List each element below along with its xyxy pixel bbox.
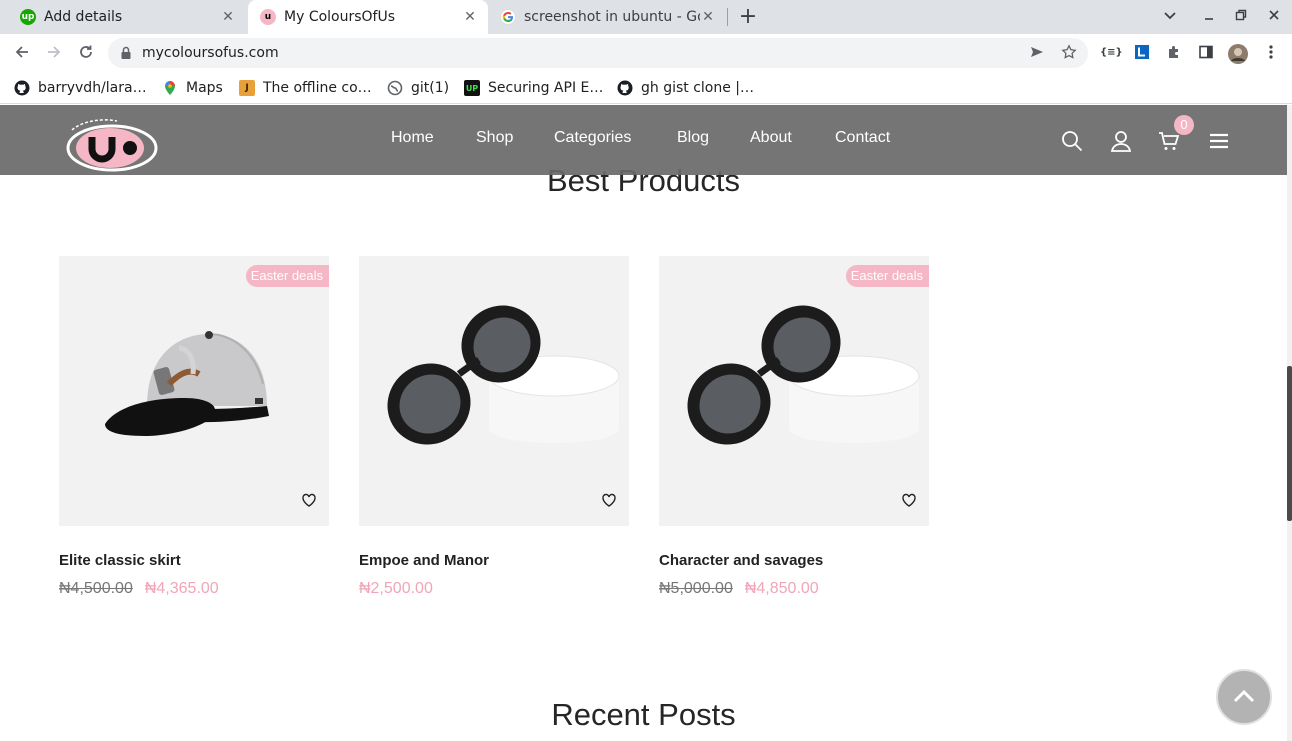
product-name[interactable]: Elite classic skirt — [59, 552, 181, 569]
close-icon[interactable]: ✕ — [700, 9, 716, 25]
bookmark-up-icon: UP — [464, 80, 480, 96]
old-price: ₦4,500.00 — [59, 580, 133, 597]
product-card[interactable]: Easter deals Character and savages ₦5,00… — [659, 256, 929, 597]
product-image-cap[interactable]: Easter deals — [59, 256, 329, 526]
bookmark-label: gh gist clone |… — [641, 80, 755, 96]
close-icon[interactable]: ✕ — [220, 9, 236, 25]
bookmark-gh-gist[interactable]: gh gist clone |… — [617, 78, 754, 98]
nav-blog[interactable]: Blog — [677, 129, 709, 147]
bookmark-offline-co[interactable]: J The offline co… — [239, 78, 372, 98]
site-header: Home Shop Categories Blog About Contact … — [0, 105, 1287, 175]
tab-separator — [727, 8, 728, 26]
scrollbar-thumb[interactable] — [1287, 366, 1292, 521]
nav-categories[interactable]: Categories — [554, 129, 631, 147]
bookmark-label: Securing API E… — [488, 80, 604, 96]
bookmark-git[interactable]: git(1) — [387, 78, 449, 98]
minimize-icon[interactable] — [1200, 8, 1218, 26]
sale-price: ₦2,500.00 — [359, 580, 433, 597]
url-text[interactable]: mycoloursofus.com — [142, 45, 279, 61]
product-image-sunglasses[interactable] — [359, 256, 629, 526]
cart-count-badge: 0 — [1174, 115, 1194, 135]
product-image-sunglasses[interactable]: Easter deals — [659, 256, 929, 526]
extensions-puzzle-icon[interactable] — [1165, 44, 1183, 62]
nav-about[interactable]: About — [750, 129, 792, 147]
product-name[interactable]: Empoe and Manor — [359, 552, 489, 569]
site-logo-icon: u — [260, 9, 276, 25]
tab-title: Add details — [44, 9, 123, 25]
github-icon — [14, 80, 30, 96]
tab-search-chevron-icon[interactable] — [1161, 8, 1179, 26]
product-price: ₦5,000.00 ₦4,850.00 — [659, 580, 819, 598]
restore-icon[interactable] — [1232, 8, 1250, 26]
lock-icon[interactable] — [120, 46, 132, 60]
forward-arrow-icon[interactable] — [44, 43, 64, 63]
sale-price: ₦4,850.00 — [744, 580, 819, 597]
page-viewport: Home Shop Categories Blog About Contact … — [0, 105, 1287, 741]
heart-icon[interactable] — [601, 492, 617, 508]
extension-label: {≡} — [1100, 47, 1123, 58]
bookmark-label: git(1) — [411, 80, 450, 96]
chevron-up-icon — [1233, 689, 1255, 703]
hamburger-menu-icon[interactable] — [1207, 129, 1231, 153]
close-icon[interactable]: ✕ — [462, 9, 478, 25]
nav-shop[interactable]: Shop — [476, 129, 513, 147]
bookmark-securing-api[interactable]: UP Securing API E… — [464, 78, 603, 98]
page-scrollbar[interactable] — [1287, 105, 1292, 741]
profile-avatar[interactable] — [1228, 44, 1248, 64]
bookmark-j-icon: J — [239, 80, 255, 96]
easter-deals-badge: Easter deals — [245, 265, 329, 287]
tab-add-details[interactable]: up Add details ✕ — [8, 0, 246, 34]
google-icon — [500, 9, 516, 25]
side-panel-icon[interactable] — [1197, 44, 1215, 62]
sunglasses-image — [387, 305, 620, 445]
product-price: ₦4,500.00 ₦4,365.00 — [59, 580, 219, 598]
bookmark-maps[interactable]: Maps — [162, 78, 223, 98]
browser-tab-bar: up Add details ✕ u My ColoursOfUs ✕ scre… — [0, 0, 1292, 34]
product-price: ₦2,500.00 — [359, 580, 433, 598]
back-to-top-button[interactable] — [1216, 669, 1272, 725]
site-logo[interactable] — [62, 115, 162, 173]
browser-toolbar: mycoloursofus.com {≡} — [0, 34, 1292, 72]
tab-title: screenshot in ubuntu - Go — [524, 9, 700, 25]
bookmark-label: barryvdh/lara… — [38, 80, 147, 96]
upwork-icon: up — [20, 9, 36, 25]
user-icon[interactable] — [1109, 129, 1133, 153]
heart-icon[interactable] — [301, 492, 317, 508]
product-card[interactable]: Easter deals Elite classic skirt ₦4,500.… — [59, 256, 329, 597]
nav-home[interactable]: Home — [391, 129, 434, 147]
nav-contact[interactable]: Contact — [835, 129, 890, 147]
product-name[interactable]: Character and savages — [659, 552, 823, 569]
product-card[interactable]: Empoe and Manor ₦2,500.00 — [359, 256, 629, 597]
sunglasses-image — [687, 305, 920, 445]
tab-my-coloursofus[interactable]: u My ColoursOfUs ✕ — [248, 0, 488, 34]
new-tab-button[interactable]: + — [738, 6, 758, 28]
send-icon[interactable] — [1028, 44, 1046, 62]
tab-screenshot-ubuntu[interactable]: screenshot in ubuntu - Go ✕ — [490, 0, 726, 34]
address-bar[interactable]: mycoloursofus.com — [108, 38, 1088, 68]
easter-deals-badge: Easter deals — [845, 265, 929, 287]
tab-title: My ColoursOfUs — [284, 9, 396, 25]
globe-icon — [387, 80, 403, 96]
heart-icon[interactable] — [901, 492, 917, 508]
old-price: ₦5,000.00 — [659, 580, 733, 597]
bookmark-label: Maps — [186, 80, 223, 96]
search-icon[interactable] — [1060, 129, 1084, 153]
github-icon — [617, 80, 633, 96]
bookmark-barryvdh[interactable]: barryvdh/lara… — [14, 78, 147, 98]
reload-icon[interactable] — [76, 43, 96, 63]
browser-menu-icon[interactable] — [1262, 44, 1280, 62]
cap-image — [105, 331, 269, 436]
json-extension-icon[interactable]: {≡} — [1100, 44, 1123, 62]
maps-icon — [162, 80, 178, 96]
back-arrow-icon[interactable] — [12, 43, 32, 63]
bookmarks-bar: barryvdh/lara… Maps J The offline co… gi… — [0, 72, 1292, 104]
bookmark-star-icon[interactable] — [1060, 44, 1078, 62]
bookmark-label: The offline co… — [263, 80, 372, 96]
linkedin-extension-icon[interactable] — [1133, 44, 1151, 62]
sale-price: ₦4,365.00 — [144, 580, 219, 597]
close-window-icon[interactable] — [1265, 8, 1283, 26]
recent-posts-title: Recent Posts — [551, 697, 736, 732]
